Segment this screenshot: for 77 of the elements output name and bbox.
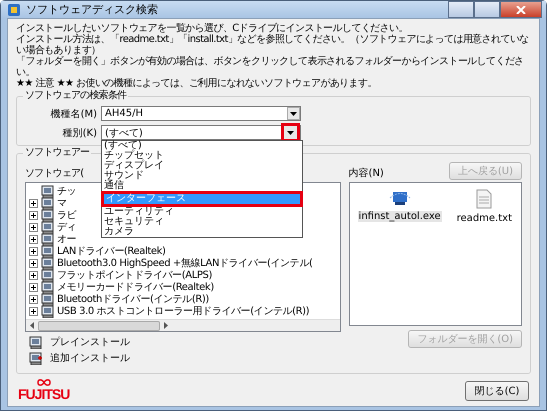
close-dialog-button[interactable]: 閉じる(C) bbox=[465, 380, 529, 400]
tree-item[interactable]: マ bbox=[57, 196, 67, 210]
dropdown-option[interactable]: セキュリティ bbox=[102, 217, 302, 227]
caret-icon bbox=[287, 130, 294, 134]
expand-icon[interactable] bbox=[29, 222, 38, 232]
dropdown-option[interactable]: サウンド bbox=[102, 171, 302, 181]
expand-icon[interactable] bbox=[29, 246, 38, 256]
tree-item[interactable]: USB 3.0 ホストコントローラー用ドライバー(インテル(R)) bbox=[57, 304, 310, 318]
scroll-thumb[interactable] bbox=[38, 320, 160, 330]
computer-icon bbox=[41, 196, 54, 210]
combo-value: AH45/H bbox=[105, 108, 143, 119]
dropdown-option[interactable]: 通信 bbox=[102, 181, 302, 191]
installer-icon bbox=[388, 189, 411, 207]
legend-text: プレインストール bbox=[50, 336, 130, 349]
minimize-button[interactable] bbox=[448, 1, 474, 18]
dropdown-option[interactable]: チップセット bbox=[102, 151, 302, 161]
caret-icon bbox=[290, 112, 297, 116]
dropdown-option[interactable]: ユーティリティ bbox=[102, 207, 302, 217]
file-name[interactable]: infinst_autol.exe bbox=[358, 211, 442, 222]
legend-text: 追加インストール bbox=[50, 352, 130, 365]
expand-icon[interactable] bbox=[29, 198, 38, 208]
dropdown-button[interactable] bbox=[287, 107, 300, 120]
computer-icon bbox=[41, 268, 54, 282]
computer-icon bbox=[41, 304, 54, 318]
computer-plus-icon bbox=[29, 352, 42, 364]
field-label: 種別(K) bbox=[62, 126, 97, 140]
logo-text: FUJITSU bbox=[18, 386, 70, 402]
tree-item[interactable]: オー bbox=[57, 232, 76, 246]
instruction-text: インストール方法は、「readme.txt」「install.txt」などを参照してください。（ソフトウェアによっては用意されていない場合もあります） bbox=[16, 34, 530, 56]
list-label: ソフトウェア( bbox=[25, 167, 84, 180]
instruction-text: ★★ 注意 ★★ お使いの機種によっては、ご利用になれないソフトウェアがあります。 bbox=[16, 78, 378, 89]
computer-icon bbox=[41, 232, 54, 246]
scroll-right-icon bbox=[164, 322, 168, 329]
expand-icon[interactable] bbox=[29, 294, 38, 304]
expand-icon[interactable] bbox=[29, 270, 38, 280]
expand-icon[interactable] bbox=[29, 258, 38, 268]
contents-label: 内容(N) bbox=[348, 166, 384, 180]
instruction-text: インストールしたいソフトウェアを一覧から選び、Cドライブにインストールしてください。 bbox=[16, 23, 409, 34]
tree-item[interactable]: メモリーカードドライバー(Realtek) bbox=[57, 280, 214, 294]
window-title: ソフトウェアディスク検索 bbox=[26, 2, 159, 17]
expand-icon[interactable] bbox=[29, 282, 38, 292]
dropdown-option[interactable]: (すべて) bbox=[102, 141, 302, 151]
tree-item[interactable]: ラビ bbox=[57, 208, 76, 222]
horizontal-scrollbar[interactable] bbox=[26, 319, 340, 331]
maximize-button[interactable] bbox=[474, 1, 500, 18]
file-name[interactable]: readme.txt bbox=[456, 213, 513, 224]
tree-item[interactable]: ディ bbox=[57, 220, 76, 234]
computer-icon bbox=[41, 220, 54, 234]
tree-item[interactable]: Bluetooth3.0 HighSpeed +無線LANドライバー(インテル( bbox=[57, 256, 312, 270]
dropdown-option[interactable]: ディスプレイ bbox=[102, 161, 302, 171]
scroll-left-icon bbox=[30, 322, 34, 329]
expand-icon[interactable] bbox=[29, 234, 38, 244]
expand-icon[interactable] bbox=[29, 210, 38, 220]
group-title: ソフトウェアの検索条件 bbox=[23, 90, 128, 102]
tree-item[interactable]: LANドライバー(Realtek) bbox=[57, 244, 166, 258]
computer-icon bbox=[41, 184, 54, 198]
text-file-icon bbox=[476, 189, 492, 209]
combo-value: (すべて) bbox=[105, 126, 143, 140]
dropdown-option[interactable]: カメラ bbox=[102, 227, 302, 237]
computer-icon bbox=[29, 336, 42, 348]
group-title: ソフトウェアー bbox=[23, 147, 92, 159]
combo-box[interactable]: AH45/H bbox=[101, 106, 301, 121]
infinity-icon bbox=[36, 379, 51, 386]
computer-icon bbox=[41, 244, 54, 258]
field-label: 機種名(M) bbox=[50, 108, 97, 120]
tree-item[interactable]: Bluetoothドライバー(インテル(R)) bbox=[57, 292, 209, 306]
app-icon bbox=[7, 2, 21, 16]
close-button[interactable] bbox=[500, 1, 542, 18]
computer-icon bbox=[41, 208, 54, 222]
tree-item[interactable]: チッ bbox=[57, 184, 76, 198]
close-icon bbox=[516, 6, 526, 14]
instruction-text: 「フォルダーを開く」ボタンが有効の場合は、ボタンをクリックして表示されるフォルダーからインストールしてください。 bbox=[16, 56, 525, 78]
tree-item[interactable]: フラットポイントドライバー(ALPS) bbox=[57, 268, 212, 282]
computer-icon bbox=[41, 280, 54, 294]
expand-icon[interactable] bbox=[29, 306, 38, 316]
computer-icon bbox=[41, 256, 54, 270]
computer-icon bbox=[41, 292, 54, 306]
